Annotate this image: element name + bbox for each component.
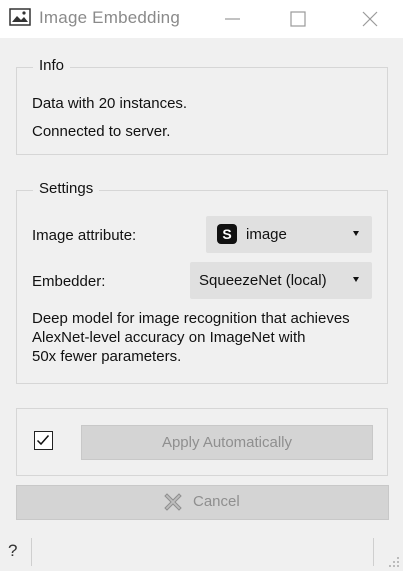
cancel-icon (164, 493, 182, 511)
settings-group-title: Settings (33, 180, 100, 197)
chevron-down-icon (353, 231, 359, 236)
status-separator (31, 538, 32, 566)
info-group: Info Data with 20 instances. Connected t… (16, 57, 388, 155)
settings-group: Settings Image attribute: S image Embedd… (16, 180, 388, 384)
minimize-button[interactable] (210, 0, 256, 38)
apply-automatically-checkbox[interactable] (34, 431, 53, 450)
cancel-button[interactable]: Cancel (16, 485, 389, 520)
maximize-button[interactable] (275, 0, 321, 38)
info-instances-text: Data with 20 instances. (32, 95, 188, 112)
image-attribute-value: image (246, 226, 287, 243)
title-bar[interactable]: Image Embedding (0, 0, 403, 38)
resize-grip-icon[interactable] (388, 556, 400, 568)
apply-button[interactable]: Apply Automatically (81, 425, 373, 460)
status-bar: ? (0, 532, 403, 571)
info-connection-text: Connected to server. (32, 123, 171, 140)
embedder-dropdown[interactable]: SqueezeNet (local) (190, 262, 372, 299)
close-button[interactable] (347, 0, 393, 38)
info-group-title: Info (33, 57, 71, 74)
embedder-label: Embedder: (32, 273, 106, 290)
image-icon (9, 8, 31, 26)
string-variable-icon: S (217, 224, 237, 244)
embedder-description-line-2: AlexNet-level accuracy on ImageNet with (32, 329, 306, 346)
image-attribute-label: Image attribute: (32, 227, 137, 244)
checkmark-icon (36, 435, 50, 446)
image-attribute-dropdown[interactable]: S image (206, 216, 372, 253)
embedder-description-line-3: 50x fewer parameters. (32, 348, 182, 365)
embedder-value: SqueezeNet (local) (199, 272, 327, 289)
minimize-icon (225, 18, 240, 20)
maximize-icon (290, 11, 306, 27)
chevron-down-icon (353, 277, 359, 282)
close-icon (362, 11, 378, 27)
auto-apply-box: Apply Automatically (16, 408, 388, 476)
window-title: Image Embedding (39, 8, 180, 27)
status-separator (373, 538, 374, 566)
embedder-description-line-1: Deep model for image recognition that ac… (32, 310, 350, 327)
cancel-label: Cancel (193, 493, 240, 510)
help-icon[interactable]: ? (8, 541, 17, 561)
